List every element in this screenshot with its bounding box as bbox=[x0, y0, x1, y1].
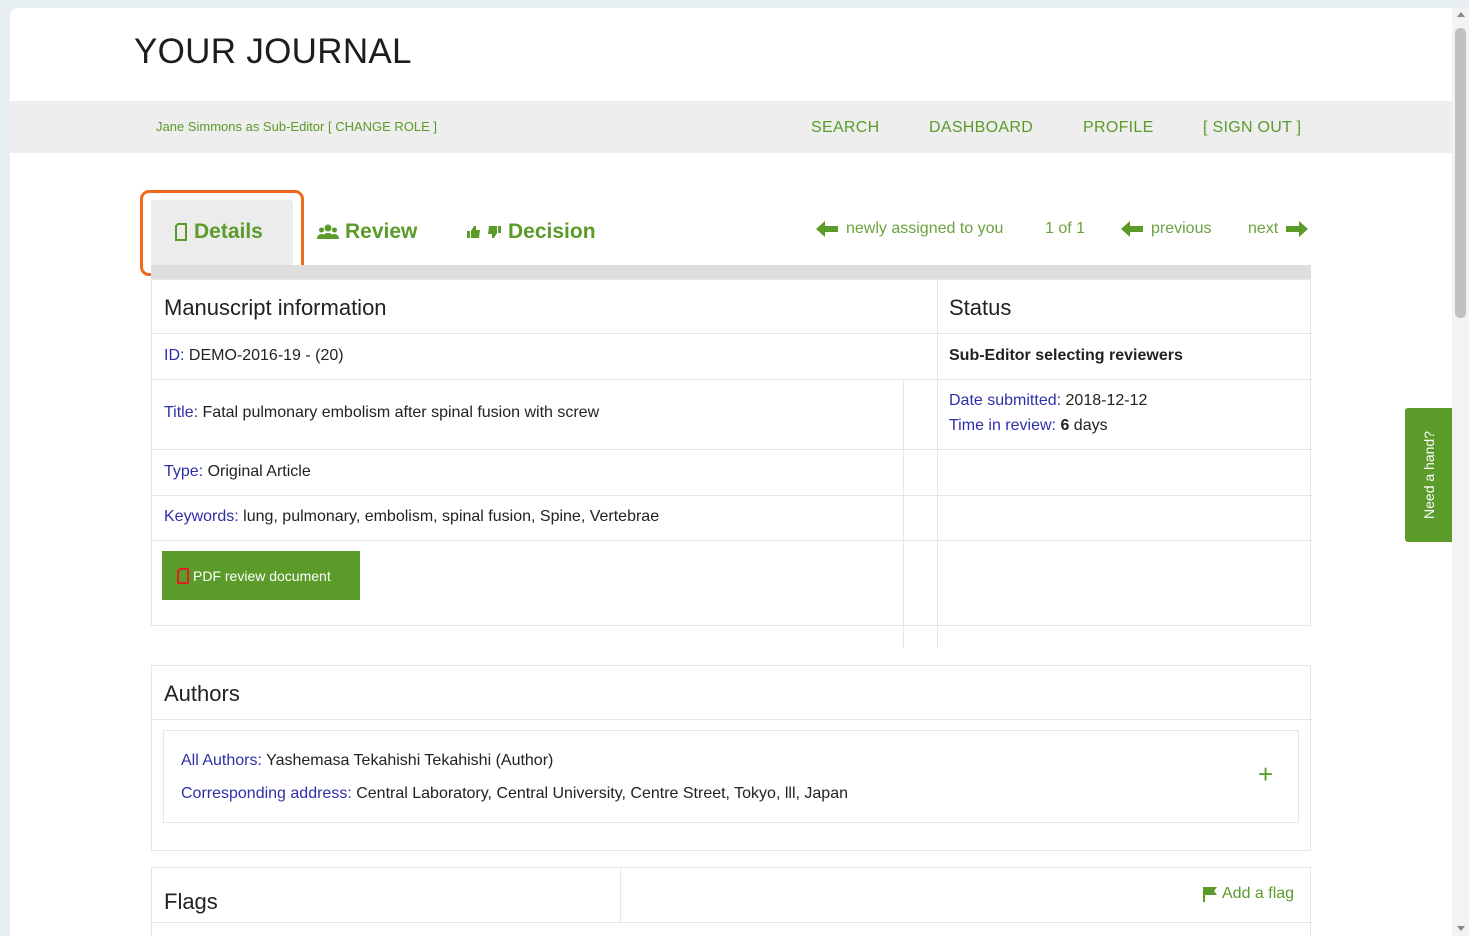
row-divider bbox=[152, 379, 1312, 380]
type-label: Type: bbox=[164, 463, 204, 480]
tab-details-label: Details bbox=[194, 220, 263, 243]
authors-heading: Authors bbox=[164, 681, 240, 706]
add-flag-link[interactable]: Add a flag bbox=[1202, 885, 1294, 903]
manuscript-heading: Manuscript information bbox=[164, 295, 387, 320]
row-divider bbox=[152, 540, 1312, 541]
scroll-thumb[interactable] bbox=[1455, 28, 1466, 318]
need-a-hand-tab[interactable]: Need a hand? bbox=[1405, 408, 1452, 542]
page: YOUR JOURNAL Jane Simmons as Sub-Editor … bbox=[10, 8, 1452, 936]
id-value: DEMO-2016-19 - (20) bbox=[188, 347, 344, 364]
tab-details[interactable]: Details bbox=[175, 220, 263, 244]
type-value: Original Article bbox=[207, 463, 311, 480]
page-count: 1 of 1 bbox=[1045, 220, 1086, 237]
address-label: Corresponding address: bbox=[181, 785, 352, 802]
flags-heading: Flags bbox=[164, 889, 218, 914]
thumbs-up-down-icon bbox=[467, 226, 501, 238]
tab-decision-label: Decision bbox=[508, 220, 596, 243]
title-label: Title: bbox=[164, 404, 199, 421]
id-label: ID: bbox=[164, 347, 185, 364]
previous-link[interactable]: previous bbox=[1121, 220, 1211, 238]
pdf-review-button[interactable]: PDF review document bbox=[162, 551, 360, 600]
address-value: Central Laboratory, Central University, … bbox=[356, 785, 848, 802]
review-label: Time in review: bbox=[949, 417, 1056, 434]
vertical-scrollbar[interactable] bbox=[1452, 8, 1469, 936]
all-authors: All Authors: Yashemasa Tekahishi Tekahis… bbox=[181, 752, 553, 770]
next-label: next bbox=[1248, 220, 1279, 237]
nav-profile[interactable]: PROFILE bbox=[1083, 119, 1154, 137]
expand-author-button[interactable]: + bbox=[1258, 759, 1273, 790]
flag-icon bbox=[1203, 886, 1217, 902]
change-role-link[interactable]: Jane Simmons as Sub-Editor [ CHANGE ROLE… bbox=[156, 119, 437, 134]
title-value: Fatal pulmonary embolism after spinal fu… bbox=[202, 404, 600, 421]
document-icon bbox=[175, 223, 187, 241]
flags-divider bbox=[620, 868, 621, 922]
add-flag-label: Add a flag bbox=[1222, 885, 1295, 902]
nav-sign-out[interactable]: [ SIGN OUT ] bbox=[1203, 119, 1301, 137]
manuscript-id: ID: DEMO-2016-19 - (20) bbox=[164, 347, 344, 365]
tab-review-label: Review bbox=[345, 220, 418, 243]
pdf-file-icon bbox=[177, 567, 189, 584]
time-in-review: Time in review: 6 days bbox=[949, 417, 1108, 435]
inner-divider bbox=[903, 379, 904, 648]
queue-label: newly assigned to you bbox=[846, 220, 1004, 237]
arrow-right-icon bbox=[1286, 221, 1309, 237]
tab-decision[interactable]: Decision bbox=[466, 220, 596, 244]
nav-search[interactable]: SEARCH bbox=[811, 119, 879, 137]
column-divider bbox=[937, 280, 938, 648]
status-state: Sub-Editor selecting reviewers bbox=[949, 347, 1183, 364]
scroll-up-icon[interactable] bbox=[1457, 12, 1465, 17]
pdf-button-label: PDF review document bbox=[193, 567, 331, 584]
all-authors-value: Yashemasa Tekahishi Tekahishi (Author) bbox=[266, 752, 554, 769]
corresponding-address: Corresponding address: Central Laborator… bbox=[181, 785, 848, 803]
keywords-value: lung, pulmonary, embolism, spinal fusion… bbox=[243, 508, 660, 525]
row-divider bbox=[152, 449, 1312, 450]
nav-dashboard[interactable]: DASHBOARD bbox=[929, 119, 1033, 137]
row-divider bbox=[152, 719, 1312, 720]
next-link[interactable]: next bbox=[1248, 220, 1309, 238]
status-heading: Status bbox=[949, 295, 1012, 320]
need-a-hand-label: Need a hand? bbox=[1420, 431, 1437, 519]
flags-panel: Flags Add a flag bbox=[151, 867, 1312, 936]
manuscript-type: Type: Original Article bbox=[164, 463, 311, 481]
topbar: Jane Simmons as Sub-Editor [ CHANGE ROLE… bbox=[10, 101, 1452, 153]
submitted-value: 2018-12-12 bbox=[1065, 392, 1148, 409]
tab-underline-bar bbox=[151, 265, 1311, 279]
previous-label: previous bbox=[1151, 220, 1212, 237]
users-icon bbox=[317, 224, 339, 239]
all-authors-label: All Authors: bbox=[181, 752, 262, 769]
arrow-left-icon bbox=[816, 221, 838, 237]
review-value: 6 bbox=[1060, 417, 1070, 434]
manuscript-title: Title: Fatal pulmonary embolism after sp… bbox=[164, 404, 599, 422]
row-divider bbox=[152, 495, 1312, 496]
review-unit: days bbox=[1073, 417, 1108, 434]
queue-back-link[interactable]: newly assigned to you bbox=[816, 220, 1003, 238]
scroll-down-icon[interactable] bbox=[1457, 926, 1465, 931]
authors-panel: Authors All Authors: Yashemasa Tekahishi… bbox=[151, 665, 1312, 851]
keywords-label: Keywords: bbox=[164, 508, 239, 525]
tab-review[interactable]: Review bbox=[317, 220, 417, 244]
submitted-label: Date submitted: bbox=[949, 392, 1062, 409]
row-divider bbox=[152, 922, 1312, 923]
author-card: All Authors: Yashemasa Tekahishi Tekahis… bbox=[163, 730, 1299, 823]
arrow-left-icon bbox=[1121, 221, 1143, 237]
journal-title: YOUR JOURNAL bbox=[134, 32, 412, 71]
row-divider bbox=[152, 333, 1312, 334]
manuscript-keywords: Keywords: lung, pulmonary, embolism, spi… bbox=[164, 508, 659, 526]
date-submitted: Date submitted: 2018-12-12 bbox=[949, 392, 1147, 410]
